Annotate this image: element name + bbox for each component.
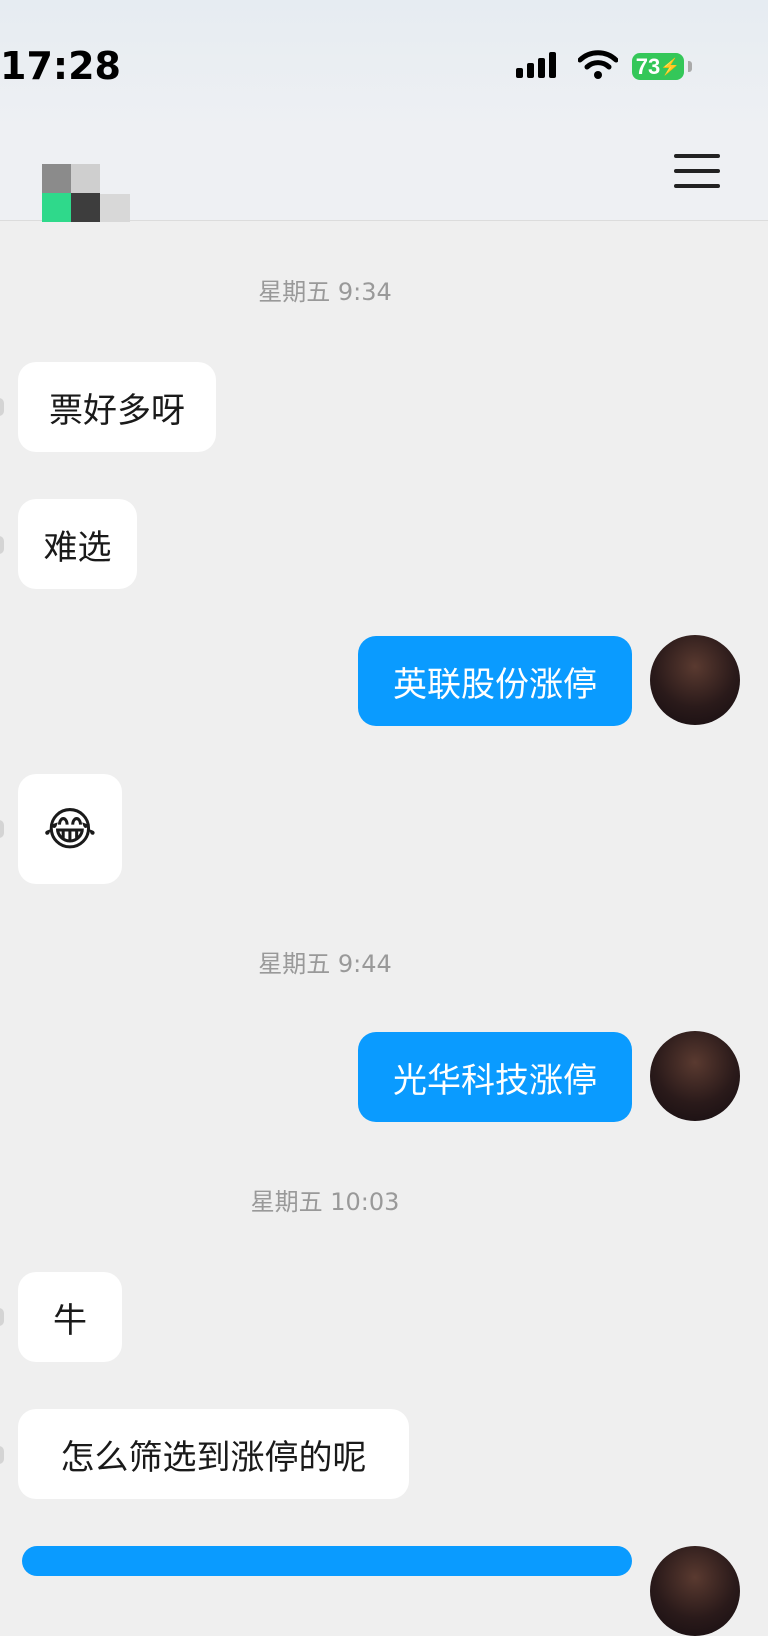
battery-icon: 73 ⚡: [632, 53, 684, 80]
battery-cap: [688, 61, 692, 72]
outgoing-message-partial[interactable]: [22, 1546, 632, 1576]
outgoing-message[interactable]: 英联股份涨停: [358, 636, 632, 726]
timestamp: 星期五 10:03: [250, 1188, 400, 1216]
status-bar: 17:28 73 ⚡: [0, 0, 768, 130]
my-avatar[interactable]: [650, 1546, 740, 1636]
contact-name-blurred: [100, 194, 130, 222]
incoming-message[interactable]: 怎么筛选到涨停的呢: [18, 1409, 409, 1499]
status-time: 17:28: [0, 44, 121, 88]
contact-avatar-edge: [0, 536, 4, 554]
chat-header: [0, 130, 768, 222]
contact-avatar-edge: [0, 820, 4, 838]
incoming-message[interactable]: 牛: [18, 1272, 122, 1362]
contact-avatar-edge: [0, 398, 4, 416]
hamburger-menu-icon[interactable]: [674, 152, 720, 190]
my-avatar[interactable]: [650, 635, 740, 725]
contact-avatar-edge: [0, 1308, 4, 1326]
wifi-icon: [578, 50, 618, 79]
contact-avatar-edge: [0, 1446, 4, 1464]
incoming-message[interactable]: 难选: [18, 499, 137, 589]
contact-avatar[interactable]: [42, 164, 100, 222]
battery-level: 73: [635, 53, 661, 79]
timestamp: 星期五 9:44: [258, 950, 392, 978]
my-avatar[interactable]: [650, 1031, 740, 1121]
incoming-message[interactable]: 票好多呀: [18, 362, 216, 452]
incoming-emoji-message[interactable]: 😂: [18, 774, 122, 884]
timestamp: 星期五 9:34: [258, 278, 392, 306]
outgoing-message[interactable]: 光华科技涨停: [358, 1032, 632, 1122]
cellular-signal-icon: [516, 52, 556, 78]
